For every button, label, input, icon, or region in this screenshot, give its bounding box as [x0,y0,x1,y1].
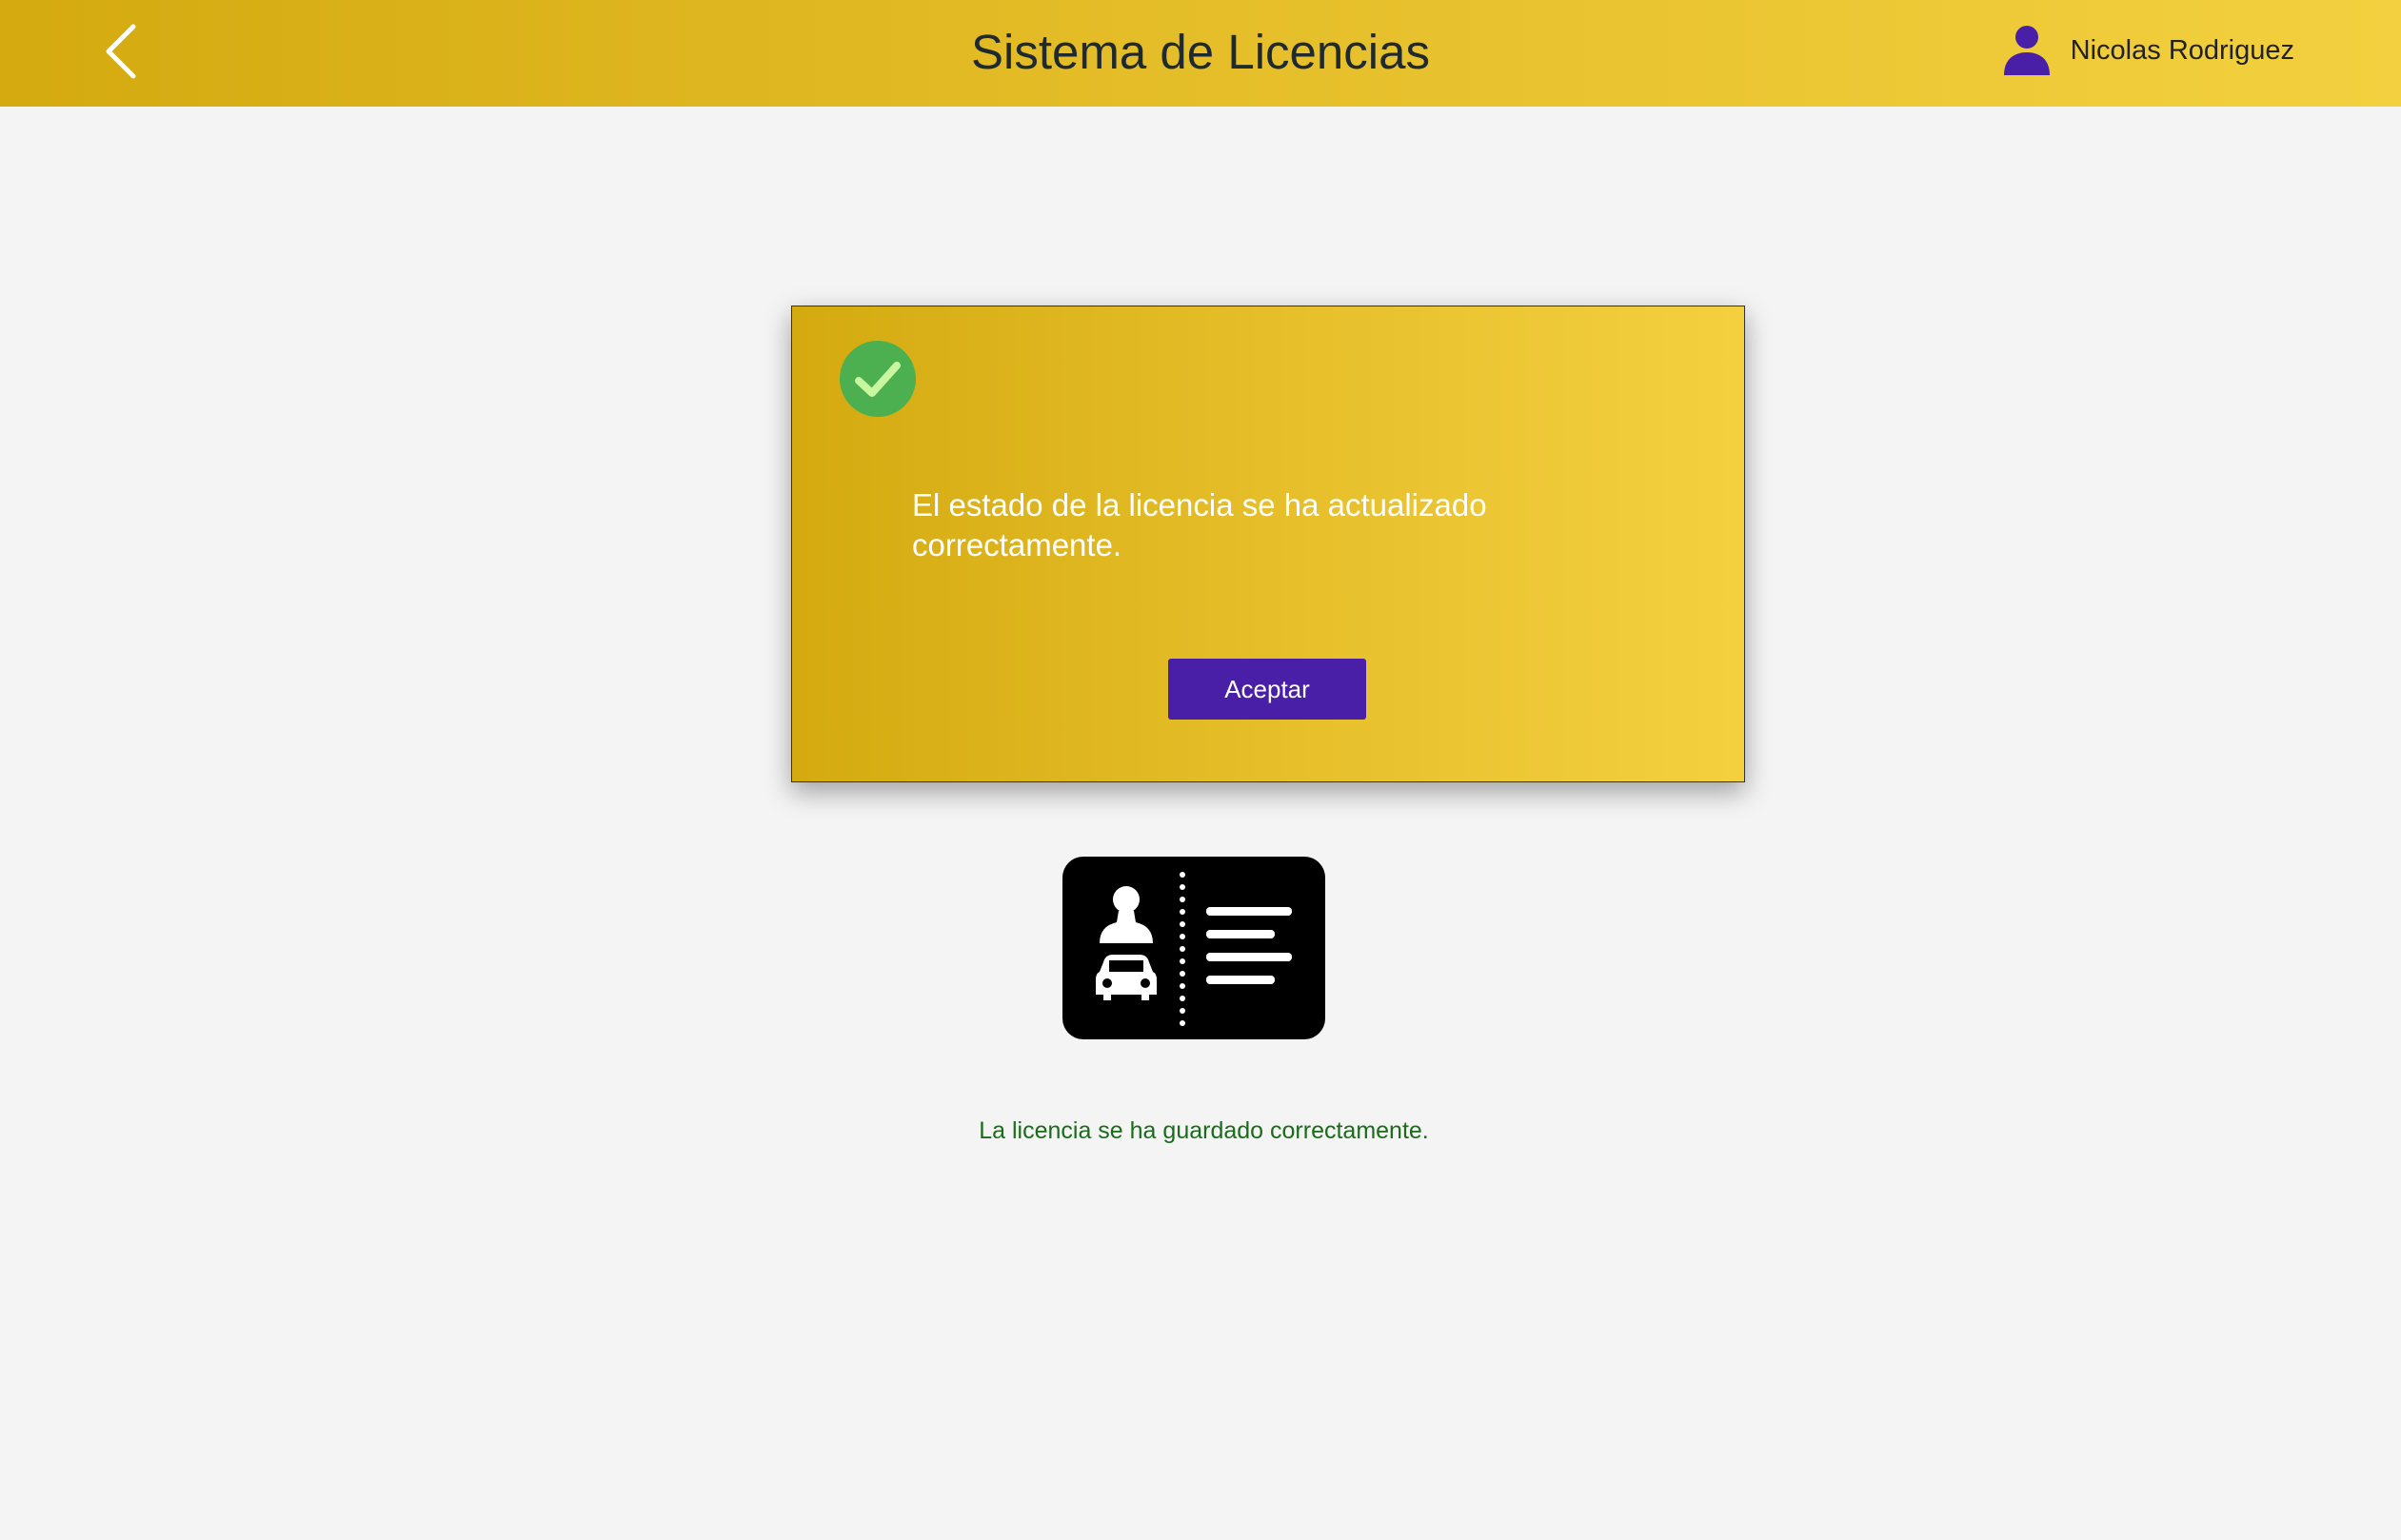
success-dialog: El estado de la licencia se ha actualiza… [791,306,1745,782]
status-message: La licencia se ha guardado correctamente… [979,1117,1429,1144]
user-icon [2003,26,2050,75]
user-menu[interactable]: Nicolas Rodriguez [2000,21,2294,80]
driver-license-icon [1062,857,1325,1039]
app-header: Sistema de Licencias Nicolas Rodriguez [0,0,2401,107]
check-circle-icon [840,341,916,417]
dialog-message: El estado de la licencia se ha actualiza… [912,487,1487,563]
user-name: Nicolas Rodriguez [2070,34,2294,66]
accept-button[interactable]: Aceptar [1168,659,1366,720]
